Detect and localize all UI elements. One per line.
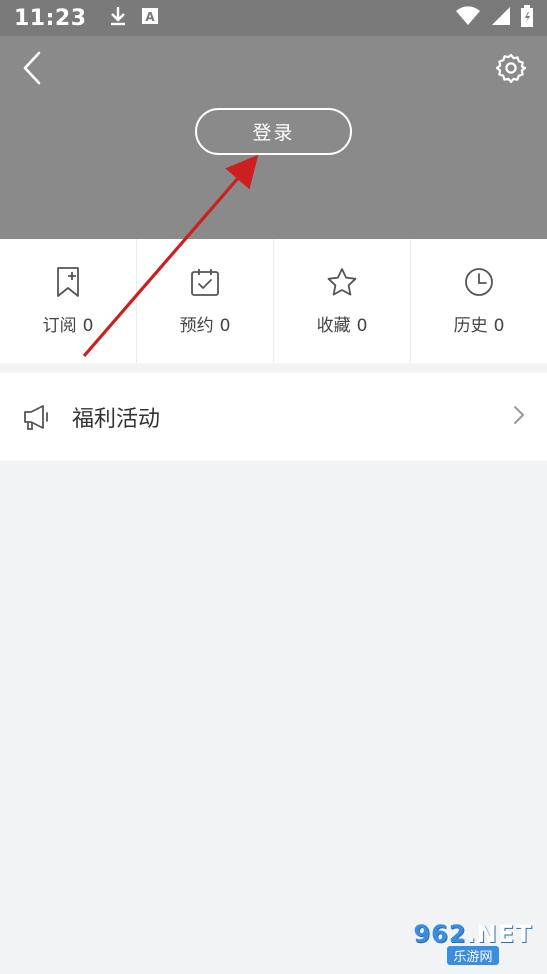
clock-icon: [462, 265, 496, 299]
stats-row: 订阅 0 预约 0 收藏 0 历史 0: [0, 239, 547, 363]
stat-reserve[interactable]: 预约 0: [137, 239, 274, 363]
stat-label-text: 预约: [179, 316, 214, 336]
svg-text:A: A: [145, 10, 155, 24]
megaphone-icon: [22, 402, 52, 432]
stat-favorite[interactable]: 收藏 0: [274, 239, 411, 363]
welfare-activity-row[interactable]: 福利活动: [0, 373, 547, 461]
download-icon: [109, 6, 127, 30]
status-time: 11:23: [14, 5, 87, 31]
stat-label-text: 订阅: [42, 316, 77, 336]
bookmark-plus-icon: [51, 265, 85, 299]
stat-label-text: 历史: [453, 316, 488, 336]
gear-icon: [495, 53, 527, 84]
back-button[interactable]: [14, 50, 50, 86]
profile-header: 登录: [0, 36, 547, 239]
chevron-left-icon: [23, 51, 41, 85]
stat-history[interactable]: 历史 0: [411, 239, 547, 363]
site-watermark: 962.NET 乐游网: [405, 916, 541, 968]
stat-count: 0: [82, 316, 94, 336]
status-bar: 11:23 A: [0, 0, 547, 36]
watermark-sub: 乐游网: [447, 945, 499, 965]
text-a-icon: A: [141, 7, 159, 29]
watermark-suffix: .NET: [466, 919, 533, 948]
wifi-icon: [455, 6, 481, 30]
calendar-check-icon: [188, 265, 222, 299]
login-button[interactable]: 登录: [195, 108, 352, 155]
stat-count: 0: [219, 316, 231, 336]
watermark-number: 962: [413, 919, 467, 948]
stat-count: 0: [493, 316, 505, 336]
battery-icon: [521, 5, 533, 31]
stat-count: 0: [356, 316, 368, 336]
stat-label-text: 收藏: [316, 316, 351, 336]
signal-icon: [491, 6, 511, 30]
stat-subscribe[interactable]: 订阅 0: [0, 239, 137, 363]
welfare-label: 福利活动: [72, 407, 161, 432]
star-icon: [325, 265, 359, 299]
chevron-right-icon: [513, 405, 525, 429]
settings-button[interactable]: [493, 50, 529, 86]
